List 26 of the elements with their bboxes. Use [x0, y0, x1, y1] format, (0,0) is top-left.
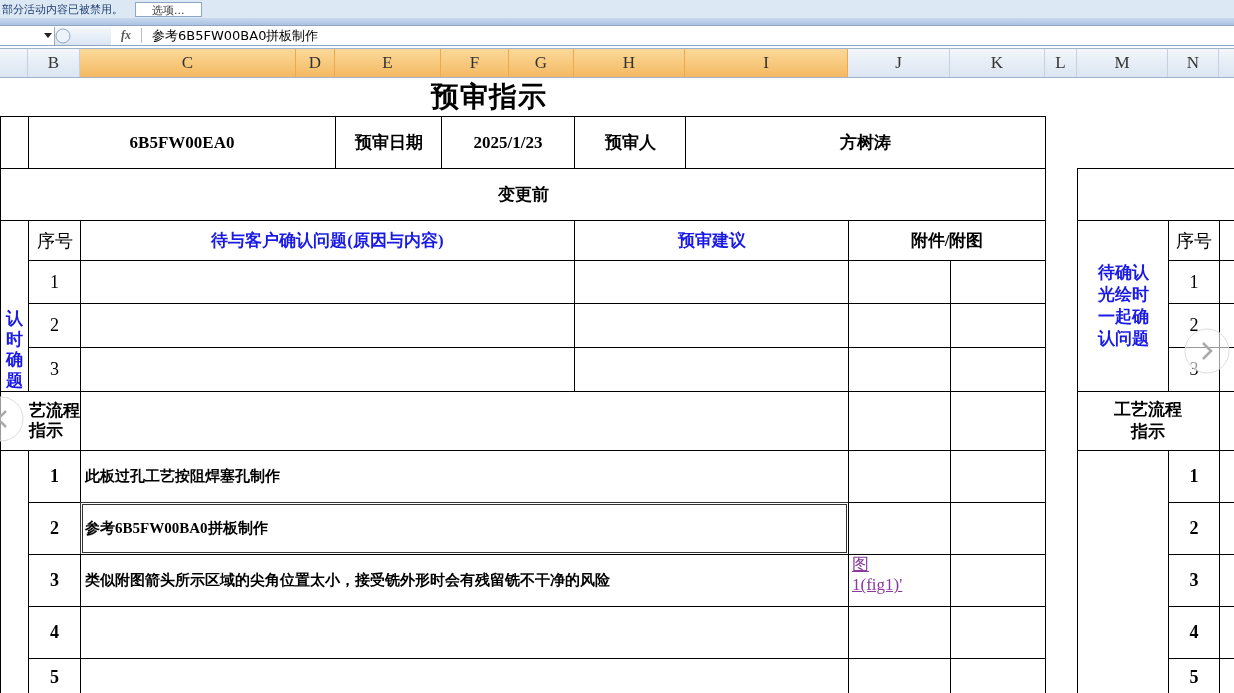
column-header[interactable]: D [296, 49, 335, 77]
row-group-label: 待确认光绘时一起确认问题 [1096, 261, 1150, 351]
section-heading: 变更前 [0, 168, 1046, 221]
column-header[interactable]: J [848, 49, 950, 77]
sheet-title: 预审指示 [429, 80, 548, 114]
formula-input[interactable]: 参考6B5FW00BA0拼板制作 [142, 26, 319, 45]
reviewer-name: 方树涛 [685, 116, 1046, 169]
column-header[interactable]: M [1077, 49, 1168, 77]
security-warning: 部分活动内容已被禁用。 [1, 1, 123, 17]
column-header[interactable]: H [574, 49, 685, 77]
column-header[interactable]: G [509, 49, 574, 77]
row-group-label: 艺流程 指示 [29, 400, 80, 442]
instruction-text: 参考6B5FW00BA0拼板制作 [80, 502, 849, 555]
column-header[interactable]: L [1045, 49, 1077, 77]
caret-icon[interactable] [44, 33, 52, 38]
function-button[interactable]: fx [111, 28, 142, 43]
table-frame [0, 116, 29, 169]
column-header[interactable]: E [335, 49, 441, 77]
column-header[interactable]: F [441, 49, 509, 77]
column-header[interactable]: K [950, 49, 1045, 77]
row-group-label: 工艺流程指示 [1113, 398, 1184, 443]
row-group-label: 认 时 确 题 [6, 309, 23, 391]
column-header[interactable]: I [685, 49, 848, 77]
column-header[interactable]: C [80, 49, 296, 77]
column-header[interactable]: N [1168, 49, 1219, 77]
options-button[interactable]: 选项... [135, 1, 202, 17]
